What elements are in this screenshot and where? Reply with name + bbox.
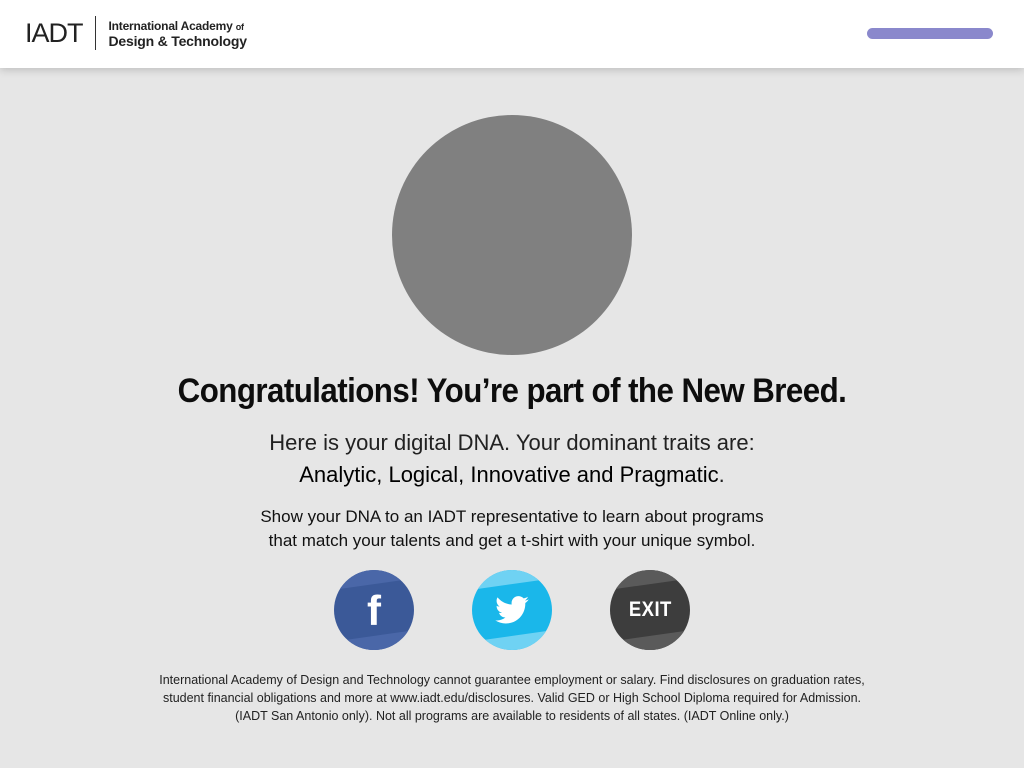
iadt-logo[interactable]: IADT International Academy of Design & T… bbox=[25, 15, 247, 51]
traits-intro-text: Here is your digital DNA. Your dominant … bbox=[269, 430, 755, 455]
congratulations-headline: Congratulations! You’re part of the New … bbox=[177, 372, 847, 410]
progress-indicator bbox=[867, 28, 993, 39]
exit-label: EXIT bbox=[628, 598, 672, 621]
dna-symbol-placeholder bbox=[392, 115, 632, 355]
logo-line-2: Design & Technology bbox=[108, 32, 247, 49]
logo-wordmark: International Academy of Design & Techno… bbox=[96, 19, 247, 48]
twitter-share-button[interactable] bbox=[472, 570, 552, 650]
dominant-traits: Analytic, Logical, Innovative and Pragma… bbox=[299, 462, 725, 487]
header-bar: IADT International Academy of Design & T… bbox=[0, 0, 1024, 68]
logo-mark: IADT bbox=[25, 16, 96, 50]
logo-line-1: International Academy of bbox=[108, 18, 245, 33]
legal-disclaimer: International Academy of Design and Tech… bbox=[0, 671, 1024, 725]
twitter-bird-icon bbox=[495, 596, 529, 624]
disclaimer-line-3: (IADT San Antonio only). Not all program… bbox=[235, 709, 789, 723]
instructions-line-1: Show your DNA to an IADT representative … bbox=[260, 507, 764, 526]
facebook-share-button[interactable]: f bbox=[334, 570, 414, 650]
disclaimer-line-1: International Academy of Design and Tech… bbox=[159, 673, 865, 687]
exit-button[interactable]: EXIT bbox=[610, 570, 690, 650]
traits-list: Analytic, Logical, Innovative and Pragma… bbox=[299, 462, 719, 487]
instructions-line-2: that match your talents and get a t-shir… bbox=[268, 531, 756, 550]
disclaimer-line-2: student financial obligations and more a… bbox=[162, 691, 862, 705]
facebook-icon: f bbox=[367, 587, 381, 634]
instructions-text: Show your DNA to an IADT representative … bbox=[0, 505, 1024, 553]
